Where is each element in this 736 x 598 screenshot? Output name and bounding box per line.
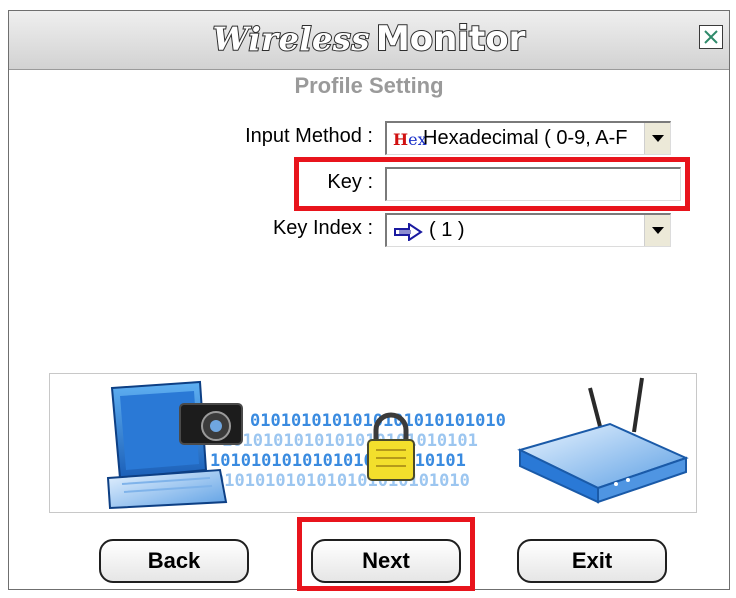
close-button[interactable]: [699, 25, 723, 49]
title-bar: Wireless Monitor: [9, 11, 729, 70]
key-index-label: Key Index :: [272, 217, 373, 239]
input-method-label: Input Method :: [245, 125, 373, 147]
page-subtitle: Profile Setting: [294, 73, 444, 98]
security-banner: 0101010101010101010101010 10101010101010…: [49, 373, 697, 513]
key-index-dropdown[interactable]: ( 1 ): [385, 213, 671, 247]
back-button[interactable]: Back: [99, 539, 249, 583]
wireless-monitor-window: Wireless Monitor Profile Setting Input Me…: [8, 10, 730, 591]
app-title: Wireless Monitor: [9, 18, 729, 60]
chevron-down-icon[interactable]: [644, 123, 670, 154]
input-method-value: Hexadecimal ( 0-9, A-F: [423, 127, 628, 149]
app-title-wireless: Wireless: [212, 19, 371, 59]
input-method-dropdown[interactable]: Hex Hexadecimal ( 0-9, A-F: [385, 121, 671, 155]
camera-icon: [179, 403, 243, 445]
close-icon: [704, 30, 718, 44]
binary-row: 0101010101010101010101010: [214, 471, 470, 491]
chevron-down-icon[interactable]: [644, 215, 670, 246]
hex-icon: Hex: [393, 130, 427, 149]
key-index-value: ( 1 ): [429, 219, 465, 241]
banner-illustration: 0101010101010101010101010 10101010101010…: [106, 377, 689, 510]
binary-row: 1010101010101010101010101: [210, 451, 466, 471]
key-highlight-box: [294, 157, 690, 211]
next-highlight-box: [297, 517, 475, 591]
exit-button[interactable]: Exit: [517, 539, 667, 583]
router-icon: [517, 377, 689, 504]
arrow-icon: [394, 223, 423, 241]
app-title-monitor: Monitor: [375, 18, 526, 60]
binary-row: 1010101010101010101010101: [222, 431, 478, 451]
